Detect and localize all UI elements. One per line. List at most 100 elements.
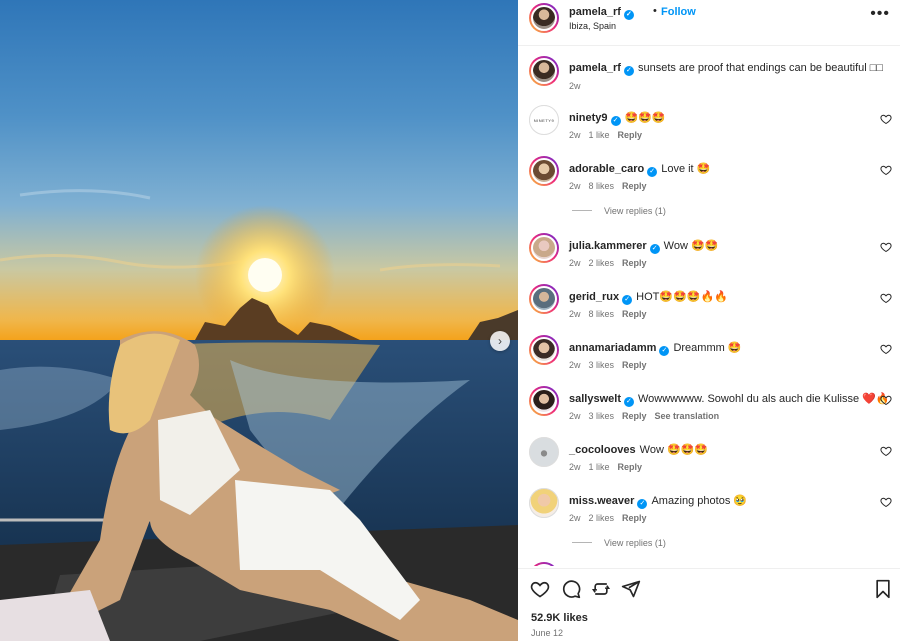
reply-button[interactable]: Reply (622, 309, 647, 319)
more-options-button[interactable]: ••• (870, 6, 890, 22)
caption-username[interactable]: pamela_rf (569, 62, 621, 74)
share-icon[interactable] (621, 579, 641, 599)
heart-icon[interactable] (880, 496, 892, 508)
comment-username[interactable]: ninety9 (569, 112, 608, 124)
next-photo-button[interactable]: › (490, 331, 510, 351)
comment-text: Wow 🤩🤩🤩 (639, 444, 709, 456)
sunset-scene (0, 189, 518, 641)
post-author[interactable]: pamela_rf ✓ (569, 6, 634, 20)
comment-likes[interactable]: 8 likes (589, 181, 615, 191)
comment-username[interactable]: sallyswelt (569, 393, 621, 405)
reply-button[interactable]: Reply (622, 360, 647, 370)
verified-badge-icon: ✓ (623, 397, 634, 407)
separator-dot: • (653, 5, 657, 17)
post-photo: › (0, 0, 518, 641)
comment-time[interactable]: 2w (569, 360, 581, 370)
comment-likes[interactable]: 1 like (589, 130, 610, 140)
comment-time[interactable]: 2w (569, 258, 581, 268)
heart-icon[interactable] (880, 241, 892, 253)
heart-icon[interactable] (880, 113, 892, 125)
comment-username[interactable]: annamariadamm (569, 342, 656, 354)
view-replies-label[interactable]: View replies (1) (604, 206, 666, 216)
comment-username[interactable]: adorable_caro (569, 163, 644, 175)
comment-time[interactable]: 2w (569, 181, 581, 191)
comment-text: 🤩🤩🤩 (624, 112, 666, 124)
verified-badge-icon: ✓ (659, 346, 670, 356)
verified-badge-icon: ✓ (637, 499, 648, 509)
comment-text: Wow 🤩🤩 (663, 240, 719, 252)
post-header: pamela_rf ✓ • Follow Ibiza, Spain ••• (518, 0, 900, 46)
heart-icon[interactable] (880, 394, 892, 406)
avatar[interactable] (529, 488, 559, 518)
avatar[interactable] (529, 3, 559, 33)
post-location[interactable]: Ibiza, Spain (569, 21, 616, 31)
chevron-right-icon: › (498, 334, 502, 348)
comment-likes[interactable]: 3 likes (589, 411, 615, 421)
heart-icon[interactable] (880, 164, 892, 176)
comment-text: Wowwwwww. Sowohl du als auch die Kulisse… (637, 393, 890, 405)
reply-button[interactable]: Reply (622, 411, 647, 421)
comment-time[interactable]: 2w (569, 411, 581, 421)
follow-button[interactable]: Follow (661, 6, 696, 18)
comment-time[interactable]: 2w (569, 130, 581, 140)
comment-time[interactable]: 2w (569, 462, 581, 472)
replies-divider (572, 210, 592, 211)
verified-badge-icon: ✓ (649, 244, 660, 254)
post-modal: › pamela_rf ✓ • Follow Ibiza, Spain ••• p… (0, 0, 900, 641)
reply-button[interactable]: Reply (622, 513, 647, 523)
avatar[interactable] (529, 437, 559, 467)
comment-time[interactable]: 2w (569, 309, 581, 319)
comment-likes[interactable]: 2 likes (589, 513, 615, 523)
reply-button[interactable]: Reply (622, 258, 647, 268)
avatar[interactable] (529, 335, 559, 365)
heart-icon[interactable] (880, 445, 892, 457)
comment-likes[interactable]: 2 likes (589, 258, 615, 268)
comment-likes[interactable]: 1 like (589, 462, 610, 472)
bookmark-icon[interactable] (873, 579, 893, 599)
view-replies-button[interactable]: View replies (1) (572, 206, 666, 216)
view-replies-button[interactable]: View replies (1) (572, 538, 666, 548)
reply-button[interactable]: Reply (618, 130, 643, 140)
comment-icon[interactable] (561, 579, 581, 599)
post-side-panel: pamela_rf ✓ • Follow Ibiza, Spain ••• pam… (518, 0, 900, 641)
comment-text: Dreammm 🤩 (673, 342, 742, 354)
comment-username[interactable]: _cocolooves (569, 444, 636, 456)
heart-icon[interactable] (880, 343, 892, 355)
verified-badge-icon: ✓ (623, 10, 634, 20)
comment-username[interactable]: gerid_rux (569, 291, 619, 303)
avatar[interactable] (529, 386, 559, 416)
comment-list[interactable]: pamela_rf ✓ sunsets are proof that endings… (518, 46, 900, 566)
comment-text: HOT🤩🤩🤩🔥🔥 (636, 291, 728, 303)
replies-divider (572, 542, 592, 543)
caption-text: sunsets are proof that endings can be be… (637, 62, 884, 74)
post-actions: 52.9K likes June 12 (518, 568, 900, 641)
heart-icon[interactable] (880, 292, 892, 304)
repost-icon[interactable] (591, 579, 611, 599)
avatar[interactable]: NINETY9 (529, 105, 559, 135)
avatar[interactable] (529, 156, 559, 186)
comment-time[interactable]: 2w (569, 513, 581, 523)
verified-badge-icon: ✓ (647, 167, 658, 177)
avatar[interactable] (529, 56, 559, 86)
likes-count[interactable]: 52.9K likes (531, 612, 588, 624)
comment-text: Amazing photos 🥹 (651, 495, 748, 507)
view-replies-label[interactable]: View replies (1) (604, 538, 666, 548)
caption-time[interactable]: 2w (569, 81, 581, 91)
verified-badge-icon: ✓ (622, 295, 633, 305)
comment-likes[interactable]: 8 likes (589, 309, 615, 319)
comment-text: Love it 🤩 (661, 163, 711, 175)
see-translation-button[interactable]: See translation (655, 411, 720, 421)
avatar[interactable] (529, 284, 559, 314)
author-username[interactable]: pamela_rf (569, 6, 621, 18)
avatar[interactable] (529, 233, 559, 263)
reply-button[interactable]: Reply (622, 181, 647, 191)
reply-button[interactable]: Reply (618, 462, 643, 472)
comment-username[interactable]: miss.weaver (569, 495, 634, 507)
comment-likes[interactable]: 3 likes (589, 360, 615, 370)
avatar[interactable] (529, 562, 559, 566)
avatar-wordmark: NINETY9 (529, 105, 559, 135)
comment-username[interactable]: julia.kammerer (569, 240, 647, 252)
heart-icon[interactable] (530, 579, 550, 599)
verified-badge-icon: ✓ (623, 66, 634, 76)
post-date[interactable]: June 12 (531, 628, 563, 638)
